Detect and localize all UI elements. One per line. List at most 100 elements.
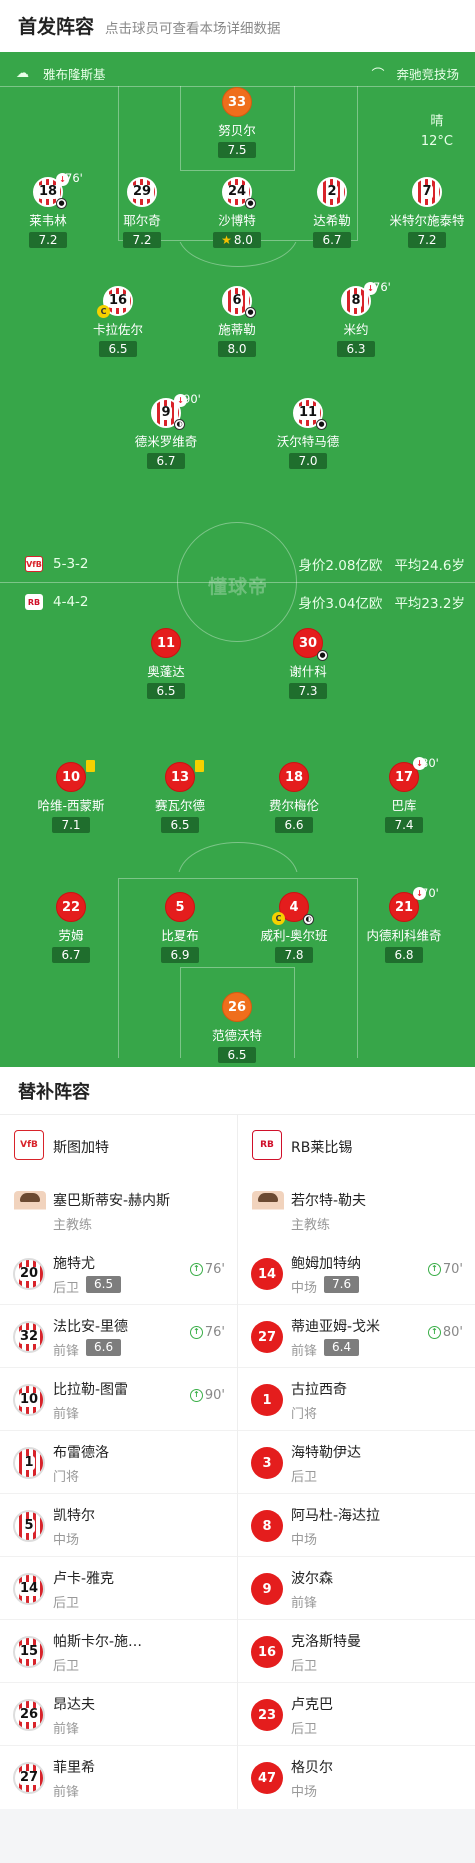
player-number: 17 xyxy=(394,769,414,785)
player-away-fwd-1[interactable]: 11 奥蓬达 6.5 xyxy=(111,628,221,699)
player-away-mid-2[interactable]: 13 赛瓦尔德 6.5 xyxy=(125,760,235,833)
player-home-def-2[interactable]: 29 耶尔奇 7.2 xyxy=(87,177,197,248)
bench-position: 前锋 xyxy=(291,1596,318,1611)
home-club-mini-logo: VfB xyxy=(25,556,43,572)
whistle-icon: ☁ xyxy=(16,66,29,81)
player-name: 费尔梅伦 xyxy=(268,798,319,813)
player-home-fwd-2[interactable]: 11 ● 沃尔特马德 7.0 xyxy=(253,398,363,469)
player-away-def-2[interactable]: 5 比夏布 6.9 xyxy=(125,892,235,963)
goal-ball-icon: ● xyxy=(316,419,327,430)
player-number: 10 xyxy=(61,769,81,785)
goal-ball-icon: ● xyxy=(56,198,67,209)
player-rating: 7.2 xyxy=(29,232,67,248)
home-club-name: 斯图加特 xyxy=(53,1140,109,1156)
bench-player-row[interactable]: 15 帕斯卡尔-施… 后卫 xyxy=(0,1620,237,1683)
bench-name: 古拉西奇 xyxy=(291,1382,347,1398)
player-name: 哈维-西蒙斯 xyxy=(37,798,105,813)
bench-player-row[interactable]: 27 蒂迪亚姆-戈米 前锋 6.4 ↑ 80' xyxy=(238,1305,475,1368)
player-home-mid-2[interactable]: 6 ● 施蒂勒 8.0 xyxy=(182,286,292,357)
player-number: 21 xyxy=(394,899,414,915)
away-venue: ⌒ 奔驰竞技场 xyxy=(371,64,459,83)
player-number: 11 xyxy=(297,405,319,420)
away-club-row[interactable]: RB RB莱比锡 xyxy=(238,1115,475,1178)
player-number-badge: 17 ↓ xyxy=(389,757,426,792)
player-name: 达希勒 xyxy=(313,213,351,228)
bench-rating: 6.4 xyxy=(324,1339,360,1356)
player-home-def-3[interactable]: 24 ● 沙博特 ★ 8.0 xyxy=(182,177,292,248)
sub-in: ↑ 70' xyxy=(427,1262,463,1277)
coach-avatar xyxy=(14,1191,46,1225)
sub-in-icon: ↑ xyxy=(189,1389,203,1402)
player-rating: ★ 8.0 xyxy=(213,232,261,248)
bench-position: 门将 xyxy=(291,1407,318,1422)
home-coach-row[interactable]: 塞巴斯蒂安-赫内斯 主教练 xyxy=(0,1179,237,1242)
bench-number-badge: 32 xyxy=(13,1321,45,1353)
player-name: 内德利科维奇 xyxy=(366,928,442,943)
player-away-def-4[interactable]: 21 ↓ 70' 内德利科维奇 6.8 xyxy=(349,886,459,963)
player-away-def-3[interactable]: 4 C ◐ 威利-奥尔班 7.8 xyxy=(239,892,349,963)
bench-player-row[interactable]: 20 施特尤 后卫 6.5 ↑ 76' xyxy=(0,1242,237,1305)
bench-player-row[interactable]: 32 法比安-里德 前锋 6.6 ↑ 76' xyxy=(0,1305,237,1368)
player-number-badge: 18 ↓ ● xyxy=(33,173,69,209)
bench-number: 10 xyxy=(18,1392,40,1407)
bench-player-row[interactable]: 8 阿马杜-海达拉 中场 xyxy=(238,1494,475,1557)
player-number: 8 xyxy=(350,293,362,308)
bench-rating: 6.5 xyxy=(86,1276,122,1293)
bench-name: 阿马杜-海达拉 xyxy=(291,1508,381,1524)
bench-name: 卢卡-雅克 xyxy=(53,1571,115,1587)
bench-player-row[interactable]: 1 古拉西奇 门将 xyxy=(238,1368,475,1431)
bench-name: 施特尤 xyxy=(53,1256,95,1272)
player-home-def-4[interactable]: 2 达希勒 6.7 xyxy=(277,177,387,248)
bench-player-row[interactable]: 23 卢克巴 后卫 xyxy=(238,1683,475,1746)
bench-number: 27 xyxy=(18,1770,40,1785)
player-name: 范德沃特 xyxy=(211,1028,262,1043)
player-number-badge: 7 xyxy=(412,177,442,207)
player-home-mid-3[interactable]: 8 ↓ 76' 米约 6.3 xyxy=(301,280,411,357)
player-away-fwd-2[interactable]: 30 ● 谢什科 7.3 xyxy=(253,628,363,699)
player-rating: 8.0 xyxy=(218,341,256,357)
player-number: 33 xyxy=(222,87,252,117)
player-number: 29 xyxy=(131,184,153,199)
player-away-mid-4[interactable]: 17 ↓ 80' 巴库 7.4 xyxy=(349,756,459,833)
bench-player-row[interactable]: 9 波尔森 前锋 xyxy=(238,1557,475,1620)
bench-player-row[interactable]: 3 海特勒伊达 后卫 xyxy=(238,1431,475,1494)
bench-player-row[interactable]: 47 格贝尔 中场 xyxy=(238,1746,475,1809)
bench-player-row[interactable]: 14 卢卡-雅克 后卫 xyxy=(0,1557,237,1620)
home-team-info: VfB 5-3-2 身价2.08亿欧 平均24.6岁 xyxy=(25,554,465,574)
coach-avatar xyxy=(252,1191,284,1225)
player-home-gk[interactable]: 33 努贝尔 7.5 xyxy=(182,87,292,158)
bench-name: 昂达夫 xyxy=(53,1697,95,1713)
bench-number: 27 xyxy=(251,1321,283,1353)
away-coach-row[interactable]: 若尔特-勒夫 主教练 xyxy=(238,1179,475,1242)
bench-player-row[interactable]: 27 菲里希 前锋 xyxy=(0,1746,237,1809)
lineup-header: 首发阵容 点击球员可查看本场详细数据 xyxy=(0,0,475,52)
star-icon: ★ xyxy=(221,233,232,247)
bench-number: 14 xyxy=(251,1258,283,1290)
player-number: 26 xyxy=(222,992,252,1022)
bench-position: 后卫 xyxy=(53,1659,80,1674)
bench-number: 3 xyxy=(251,1447,283,1479)
player-home-fwd-1[interactable]: 9 ↓ ◐ 90' 德米罗维奇 6.7 xyxy=(111,392,221,469)
player-home-mid-1[interactable]: 16 C 卡拉佐尔 6.5 xyxy=(63,286,173,357)
bench-player-row[interactable]: 14 鲍姆加特纳 中场 7.6 ↑ 70' xyxy=(238,1242,475,1305)
yellow-card-icon xyxy=(86,760,95,772)
player-away-def-1[interactable]: 22 劳姆 6.7 xyxy=(16,892,126,963)
bench-player-row[interactable]: 1 布雷德洛 门将 xyxy=(0,1431,237,1494)
sub-in: ↑ 90' xyxy=(189,1388,225,1403)
player-rating: 7.2 xyxy=(123,232,161,248)
bench-player-row[interactable]: 16 克洛斯特曼 后卫 xyxy=(238,1620,475,1683)
page-subtitle: 点击球员可查看本场详细数据 xyxy=(105,21,281,37)
player-away-gk[interactable]: 26 范德沃特 6.5 xyxy=(182,992,292,1063)
home-club-row[interactable]: VfB 斯图加特 xyxy=(0,1115,237,1178)
player-away-mid-3[interactable]: 18 费尔梅伦 6.6 xyxy=(239,762,349,833)
bench-player-row[interactable]: 10 比拉勒-图雷 前锋 ↑ 90' xyxy=(0,1368,237,1431)
bench-player-row[interactable]: 5 凯特尔 中场 xyxy=(0,1494,237,1557)
player-rating: 7.3 xyxy=(289,683,327,699)
player-name: 施蒂勒 xyxy=(218,322,256,337)
player-away-mid-1[interactable]: 10 哈维-西蒙斯 7.1 xyxy=(16,760,126,833)
player-home-def-5[interactable]: 7 米特尔施泰特 7.2 xyxy=(372,177,475,248)
bench-player-row[interactable]: 26 昂达夫 前锋 xyxy=(0,1683,237,1746)
bench-name: 蒂迪亚姆-戈米 xyxy=(291,1319,381,1335)
bench-rating: 7.6 xyxy=(324,1276,360,1293)
bench-name: 菲里希 xyxy=(53,1760,95,1776)
